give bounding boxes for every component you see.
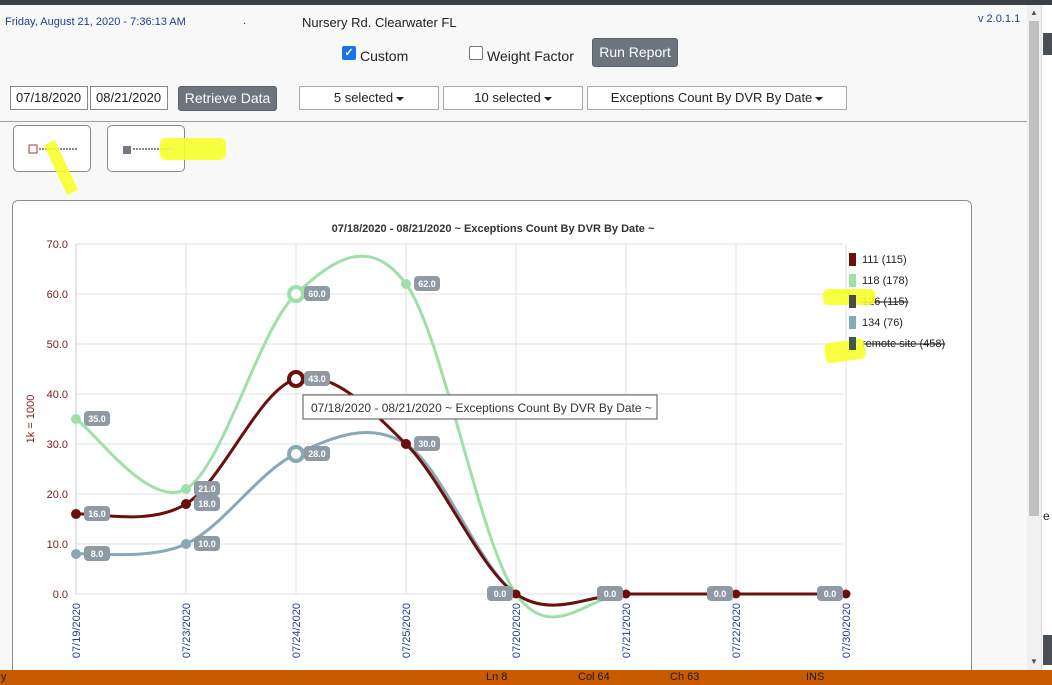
caret-down-icon <box>543 96 552 101</box>
dvr-select-dropdown[interactable]: 5 selected <box>299 86 439 110</box>
status-left: y <box>1 671 7 683</box>
y-tick-label: 60.0 <box>47 289 68 301</box>
retrieve-data-button[interactable]: Retrieve Data <box>178 86 277 111</box>
data-label: 43.0 <box>308 374 326 384</box>
weight-factor-checkbox[interactable] <box>469 46 483 60</box>
legend-entry: 111 (115) <box>862 254 907 266</box>
data-label: 8.0 <box>91 549 104 559</box>
data-label: 30.0 <box>418 439 436 449</box>
data-label: 28.0 <box>308 449 326 459</box>
data-label: 18.0 <box>198 499 216 509</box>
legend-swatch <box>849 253 856 266</box>
vertical-scrollbar[interactable]: ▲ ▼ <box>1027 5 1041 670</box>
legend-entry: 134 (76) <box>862 317 903 329</box>
current-datetime: Friday, August 21, 2020 - 7:36:13 AM <box>5 16 186 28</box>
y-tick-label: 10.0 <box>47 539 68 551</box>
chart-title: 07/18/2020 - 08/21/2020 ~ Exceptions Cou… <box>332 223 655 235</box>
end-date-input[interactable]: 08/21/2020 <box>90 86 168 110</box>
x-tick-label: 07/24/2020 <box>291 603 303 658</box>
legend-swatch <box>849 316 856 329</box>
chart-panel: 07/18/2020 - 08/21/2020 ~ Exceptions Cou… <box>12 200 972 670</box>
run-report-button[interactable]: Run Report <box>592 38 678 67</box>
x-tick-label: 07/19/2020 <box>71 603 83 658</box>
weight-factor-label: Weight Factor <box>487 48 574 64</box>
caret-down-icon <box>396 96 405 101</box>
location-name: Nursery Rd. Clearwater FL <box>302 15 457 30</box>
x-tick-label: 07/23/2020 <box>181 603 193 658</box>
legend-entry: 118 (178) <box>862 275 908 287</box>
edge-panel <box>1043 33 1052 55</box>
y-tick-label: 50.0 <box>47 339 68 351</box>
data-point <box>287 370 305 388</box>
highlight-mark <box>824 338 866 364</box>
category-select-dropdown[interactable]: 10 selected <box>443 86 583 110</box>
data-label: 60.0 <box>308 289 326 299</box>
status-bar: y Ln 8 Col 64 Ch 63 INS <box>0 670 1052 685</box>
legend-swatch-overlay <box>849 337 856 350</box>
exceptions-line-chart: 07/18/2020 - 08/21/2020 ~ Exceptions Cou… <box>25 223 945 658</box>
x-tick-label: 07/20/2020 <box>511 603 523 658</box>
data-label: 0.0 <box>494 589 507 599</box>
highlight-mark <box>160 138 226 160</box>
data-point <box>401 439 411 449</box>
data-point <box>181 484 191 494</box>
y-tick-label: 70.0 <box>47 239 68 251</box>
data-label: 16.0 <box>88 509 106 519</box>
separator-dot: . <box>243 15 247 27</box>
data-label: 0.0 <box>824 589 837 599</box>
status-line: Ln 8 <box>486 671 508 683</box>
y-tick-label: 20.0 <box>47 489 68 501</box>
dvr-select-label: 5 selected <box>333 90 394 105</box>
data-label: 21.0 <box>198 484 216 494</box>
scrollbar-thumb[interactable] <box>1029 21 1039 516</box>
data-label: 10.0 <box>198 539 216 549</box>
data-point <box>287 445 305 463</box>
data-point <box>71 549 81 559</box>
series-line-134 <box>75 431 846 607</box>
chart-tooltip-text: 07/18/2020 - 08/21/2020 ~ Exceptions Cou… <box>311 401 652 415</box>
data-label: 62.0 <box>418 279 436 289</box>
start-date-input[interactable]: 07/18/2020 <box>10 86 88 110</box>
status-column: Col 64 <box>578 671 610 683</box>
custom-label: Custom <box>360 48 409 64</box>
report-type-dropdown[interactable]: Exceptions Count By DVR By Date <box>587 86 847 110</box>
status-char: Ch 63 <box>670 671 700 683</box>
category-select-label: 10 selected <box>474 90 541 105</box>
divider <box>0 121 1027 122</box>
data-point <box>181 499 191 509</box>
data-point <box>401 279 411 289</box>
data-point <box>181 539 191 549</box>
legend-swatch-overlay <box>849 295 856 308</box>
y-tick-label: 30.0 <box>47 439 68 451</box>
data-label: 35.0 <box>88 414 106 424</box>
y-tick-label: 0.0 <box>53 589 68 601</box>
report-page: Friday, August 21, 2020 - 7:36:13 AM . N… <box>0 5 1027 670</box>
custom-checkbox[interactable]: ✓ <box>342 46 356 60</box>
data-label: 0.0 <box>714 589 727 599</box>
x-tick-label: 07/25/2020 <box>401 603 413 658</box>
report-type-label: Exceptions Count By DVR By Date <box>610 90 813 105</box>
data-point <box>71 509 81 519</box>
y-tick-label: 40.0 <box>47 389 68 401</box>
edge-text: e <box>1043 509 1050 523</box>
scroll-down-arrow-icon[interactable]: ▼ <box>1027 656 1041 668</box>
legend-entry: remote site (458) <box>862 338 945 350</box>
x-tick-label: 07/30/2020 <box>841 603 853 658</box>
edge-panel <box>1043 635 1052 665</box>
scroll-up-arrow-icon[interactable]: ▲ <box>1027 7 1041 19</box>
version-label: v 2.0.1.1 <box>978 13 1021 25</box>
series-line-118 <box>75 254 846 619</box>
caret-down-icon <box>815 96 824 101</box>
data-point <box>287 285 305 303</box>
adjacent-window-edge: e <box>1041 5 1052 670</box>
data-point <box>71 414 81 424</box>
data-label: 0.0 <box>604 589 617 599</box>
y-axis-label: 1k = 1000 <box>25 395 37 444</box>
x-tick-label: 07/21/2020 <box>621 603 633 658</box>
legend-swatch <box>849 274 856 287</box>
x-tick-label: 07/22/2020 <box>731 603 743 658</box>
status-insert-mode: INS <box>806 671 825 683</box>
